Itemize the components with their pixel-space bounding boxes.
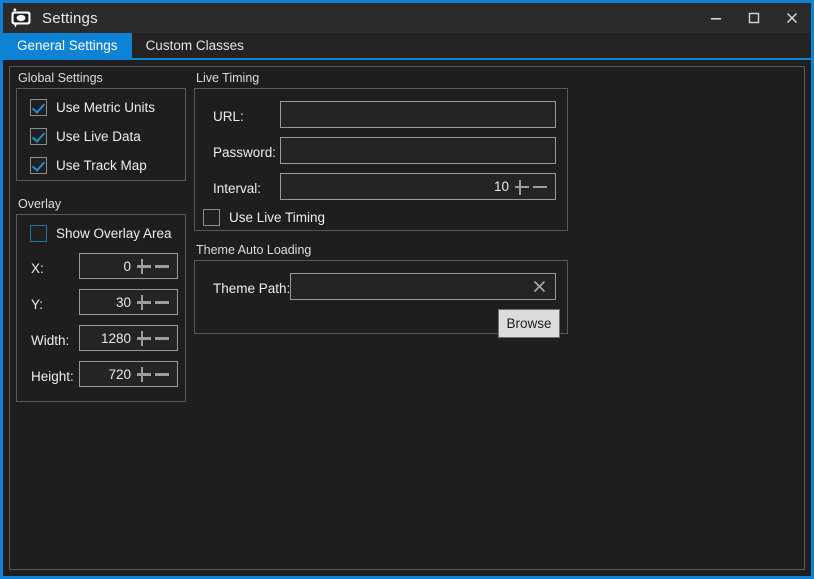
interval-spinner[interactable]: 10 <box>280 173 556 200</box>
checkbox-box[interactable] <box>30 225 47 242</box>
checkbox-box[interactable] <box>30 99 47 116</box>
theme-path-input[interactable] <box>290 273 556 300</box>
overlay-y-decrement-icon[interactable] <box>153 291 171 313</box>
settings-content-panel: Global Settings Use Metric Units Use Liv… <box>9 66 805 570</box>
overlay-width-increment-icon[interactable] <box>135 327 153 349</box>
overlay-y-increment-icon[interactable] <box>135 291 153 313</box>
overlay-x-value: 0 <box>123 258 131 274</box>
overlay-y-spinner[interactable]: 30 <box>79 289 178 315</box>
checkbox-show-overlay-area[interactable]: Show Overlay Area <box>30 225 172 242</box>
theme-auto-loading-title: Theme Auto Loading <box>196 243 312 257</box>
checkbox-use-live-data[interactable]: Use Live Data <box>30 128 141 145</box>
checkbox-label: Use Metric Units <box>56 100 156 115</box>
maximize-button[interactable] <box>735 3 773 33</box>
overlay-x-label: X: <box>31 261 44 276</box>
overlay-width-decrement-icon[interactable] <box>153 327 171 349</box>
tab-custom-classes[interactable]: Custom Classes <box>132 33 258 58</box>
overlay-y-value: 30 <box>115 294 131 310</box>
password-label: Password: <box>213 145 277 160</box>
checkbox-box[interactable] <box>30 157 47 174</box>
overlay-height-spinner[interactable]: 720 <box>79 361 178 387</box>
app-camera-icon <box>10 7 32 29</box>
overlay-height-increment-icon[interactable] <box>135 363 153 385</box>
overlay-body: Show Overlay Area X: 0 Y: 30 Width: 1280… <box>16 214 186 402</box>
live-timing-group: Live Timing URL: Password: Interval: 10 … <box>194 71 568 231</box>
checkbox-use-track-map[interactable]: Use Track Map <box>30 157 147 174</box>
checkbox-label: Use Track Map <box>56 158 147 173</box>
checkbox-label: Use Live Timing <box>229 210 326 225</box>
url-label: URL: <box>213 109 244 124</box>
window-title: Settings <box>42 9 98 27</box>
global-settings-body: Use Metric Units Use Live Data Use Track… <box>16 88 186 181</box>
theme-auto-loading-group: Theme Auto Loading Theme Path: Browse <box>194 243 568 338</box>
theme-path-label: Theme Path: <box>213 281 291 296</box>
interval-label: Interval: <box>213 181 262 196</box>
overlay-title: Overlay <box>18 197 62 211</box>
overlay-x-decrement-icon[interactable] <box>153 255 171 277</box>
live-timing-body: URL: Password: Interval: 10 Use Live Tim… <box>194 88 568 231</box>
close-button[interactable] <box>773 3 811 33</box>
interval-decrement-icon[interactable] <box>531 176 549 198</box>
tab-general-settings[interactable]: General Settings <box>3 33 132 58</box>
minimize-button[interactable] <box>697 3 735 33</box>
theme-auto-loading-body: Theme Path: Browse <box>194 260 568 338</box>
overlay-y-label: Y: <box>31 297 44 312</box>
checkbox-label: Show Overlay Area <box>56 226 172 241</box>
password-input[interactable] <box>280 137 556 164</box>
browse-button[interactable]: Browse <box>498 309 560 338</box>
live-timing-title: Live Timing <box>196 71 260 85</box>
url-input[interactable] <box>280 101 556 128</box>
clear-theme-path-icon[interactable] <box>528 275 550 297</box>
overlay-height-decrement-icon[interactable] <box>153 363 171 385</box>
interval-increment-icon[interactable] <box>513 176 531 198</box>
checkbox-box[interactable] <box>203 209 220 226</box>
tab-strip: General Settings Custom Classes <box>3 33 811 60</box>
overlay-group: Overlay Show Overlay Area X: 0 Y: 30 Wid… <box>16 197 186 402</box>
overlay-height-value: 720 <box>108 366 131 382</box>
overlay-height-label: Height: <box>31 369 74 384</box>
checkbox-label: Use Live Data <box>56 129 141 144</box>
interval-value: 10 <box>493 179 509 194</box>
overlay-width-value: 1280 <box>100 330 131 346</box>
title-bar: Settings <box>3 3 811 33</box>
overlay-width-spinner[interactable]: 1280 <box>79 325 178 351</box>
checkbox-use-metric-units[interactable]: Use Metric Units <box>30 99 155 116</box>
checkbox-box[interactable] <box>30 128 47 145</box>
overlay-x-spinner[interactable]: 0 <box>79 253 178 279</box>
overlay-width-label: Width: <box>31 333 70 348</box>
overlay-x-increment-icon[interactable] <box>135 255 153 277</box>
global-settings-title: Global Settings <box>18 71 103 85</box>
checkbox-use-live-timing[interactable]: Use Live Timing <box>203 209 325 226</box>
global-settings-group: Global Settings Use Metric Units Use Liv… <box>16 71 186 181</box>
settings-window: Settings General Settings Custom Classes… <box>0 0 814 579</box>
